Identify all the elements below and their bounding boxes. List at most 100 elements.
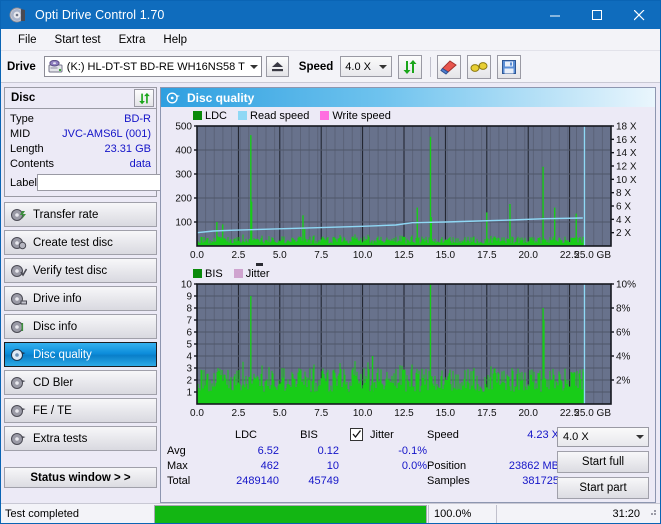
- sidebar-item-transfer-rate[interactable]: Transfer rate: [4, 202, 157, 227]
- right-panel: Disc quality LDC Read speed Write speed …: [160, 83, 660, 503]
- start-full-button[interactable]: Start full: [557, 451, 649, 473]
- speed-select[interactable]: 4.0 X: [340, 56, 393, 77]
- disc-type-label: Type: [10, 113, 34, 125]
- maximize-button[interactable]: [576, 1, 618, 29]
- svg-text:16 X: 16 X: [616, 135, 637, 146]
- sidebar-label: FE / TE: [33, 404, 72, 417]
- top-chart-plot: 100 200 300 400 500 2 X 4 X 6 X 8 X 10 X 12 X 14 X 1…: [175, 122, 637, 262]
- legend-write-speed: Write speed: [320, 110, 391, 122]
- drive-select[interactable]: (K:) HL-DT-ST BD-RE WH16NS58 TST4: [43, 56, 262, 77]
- sidebar-label: Transfer rate: [33, 208, 99, 221]
- start-part-button[interactable]: Start part: [557, 477, 649, 499]
- svg-text:7: 7: [186, 316, 192, 327]
- disc-details-icon: [10, 319, 27, 335]
- eject-button[interactable]: [265, 56, 289, 77]
- sidebar-item-create-test-disc[interactable]: Create test disc: [4, 230, 157, 255]
- drive-label: Drive: [7, 60, 36, 73]
- stats-header-ldc: LDC: [234, 429, 257, 441]
- svg-text:2.5: 2.5: [231, 408, 245, 419]
- svg-text:10.0: 10.0: [353, 408, 373, 419]
- stats-value-position: 23862 MB: [508, 460, 559, 472]
- svg-text:2: 2: [186, 376, 192, 387]
- svg-text:0.0: 0.0: [190, 408, 204, 419]
- test-speed-select[interactable]: 4.0 X: [557, 427, 649, 447]
- sidebar-label: CD Bler: [33, 376, 74, 389]
- svg-text:1: 1: [186, 388, 192, 399]
- menu-help[interactable]: Help: [154, 32, 196, 48]
- status-window-button[interactable]: Status window > >: [4, 467, 157, 488]
- stats-avg-jitter: -0.1%: [398, 445, 427, 457]
- eraser-icon: [440, 59, 458, 75]
- minimize-button[interactable]: [534, 1, 576, 29]
- disc-extra-icon: [10, 431, 27, 447]
- stats-avg-bis: 0.12: [317, 445, 339, 457]
- stats-panel: LDC BIS Jitter Speed 4.23 X Avg 6.52 0.1…: [161, 423, 655, 502]
- main-area: Disc Type BD-R MID JVC-AMS6L (001) Lengt…: [1, 83, 660, 503]
- sidebar-item-disc-quality[interactable]: Disc quality: [4, 342, 157, 367]
- svg-text:300: 300: [175, 170, 192, 181]
- drive-toolbar: Drive (K:) HL-DT-ST BD-RE WH16NS58 TST4: [1, 51, 660, 83]
- svg-text:10%: 10%: [616, 280, 636, 291]
- speed-label: Speed: [298, 60, 334, 73]
- menu-extra[interactable]: Extra: [110, 32, 155, 48]
- disc-quality-panel: Disc quality LDC Read speed Write speed …: [160, 87, 656, 503]
- save-button[interactable]: [497, 54, 522, 79]
- charts-container: LDC Read speed Write speed 100 200 300 4…: [161, 107, 655, 423]
- disc-refresh-button[interactable]: [134, 89, 154, 107]
- sidebar-item-drive-info[interactable]: Drive info: [4, 286, 157, 311]
- sidebar-label: Extra tests: [33, 432, 88, 445]
- chevron-down-icon[interactable]: [631, 428, 648, 447]
- svg-text:5.0: 5.0: [273, 408, 287, 419]
- top-chart: LDC Read speed Write speed 100 200 300 4…: [163, 109, 653, 265]
- glasses-button[interactable]: [467, 54, 492, 79]
- test-speed-value: 4.0 X: [563, 431, 589, 443]
- disc-row-type: Type BD-R: [10, 112, 151, 126]
- resize-grip[interactable]: [646, 505, 660, 524]
- legend-marker-icon: [256, 263, 263, 266]
- legend-label-bis: BIS: [205, 267, 223, 280]
- svg-text:2 X: 2 X: [616, 228, 631, 239]
- svg-text:25.0 GB: 25.0 GB: [574, 408, 611, 419]
- refresh-button[interactable]: [398, 54, 423, 79]
- stats-label-speed: Speed: [427, 429, 459, 441]
- erase-button[interactable]: [437, 54, 462, 79]
- sidebar-item-disc-info[interactable]: Disc info: [4, 314, 157, 339]
- chevron-down-icon[interactable]: [245, 57, 260, 76]
- menu-file[interactable]: File: [9, 32, 46, 48]
- chevron-down-icon[interactable]: [374, 57, 391, 76]
- status-bar: Test completed 100.0% 31:20: [1, 503, 660, 524]
- svg-text:5.0: 5.0: [273, 250, 287, 261]
- stats-header-bis: BIS: [300, 429, 318, 441]
- toolbar-separator: [430, 56, 432, 77]
- legend-bis: BIS: [193, 268, 223, 280]
- disc-info-icon: [10, 291, 27, 307]
- svg-text:8: 8: [186, 304, 192, 315]
- svg-text:6: 6: [186, 328, 192, 339]
- legend-swatch-jitter: [233, 269, 243, 278]
- svg-text:4: 4: [186, 352, 192, 363]
- sidebar-item-cd-bler[interactable]: CD Bler: [4, 370, 157, 395]
- svg-text:8%: 8%: [616, 304, 631, 315]
- svg-text:6 X: 6 X: [616, 202, 631, 213]
- disc-bler-icon: [10, 375, 27, 391]
- svg-text:12.5: 12.5: [394, 408, 414, 419]
- disc-fete-icon: [10, 403, 27, 419]
- sidebar-item-fe-te[interactable]: FE / TE: [4, 398, 157, 423]
- bottom-chart-legend: BIS Jitter: [163, 263, 653, 280]
- disc-type-value: BD-R: [124, 113, 151, 125]
- stats-avg-ldc: 6.52: [257, 445, 279, 457]
- disc-row-mid: MID JVC-AMS6L (001): [10, 127, 151, 141]
- svg-text:20.0: 20.0: [518, 408, 538, 419]
- menu-start-test[interactable]: Start test: [46, 32, 110, 48]
- refresh-icon: [403, 59, 417, 74]
- sidebar-item-verify-test-disc[interactable]: Verify test disc: [4, 258, 157, 283]
- stats-row-avg-label: Avg: [167, 445, 186, 457]
- svg-text:4 X: 4 X: [616, 215, 631, 226]
- legend-label-write-speed: Write speed: [332, 109, 391, 122]
- close-button[interactable]: [618, 1, 660, 29]
- sidebar-item-extra-tests[interactable]: Extra tests: [4, 426, 157, 451]
- legend-label-ldc: LDC: [205, 109, 228, 122]
- sidebar-buttons: Transfer rate Create test disc Verify te…: [4, 202, 157, 451]
- jitter-checkbox[interactable]: [350, 428, 363, 441]
- progress-bar-fill: [155, 505, 426, 523]
